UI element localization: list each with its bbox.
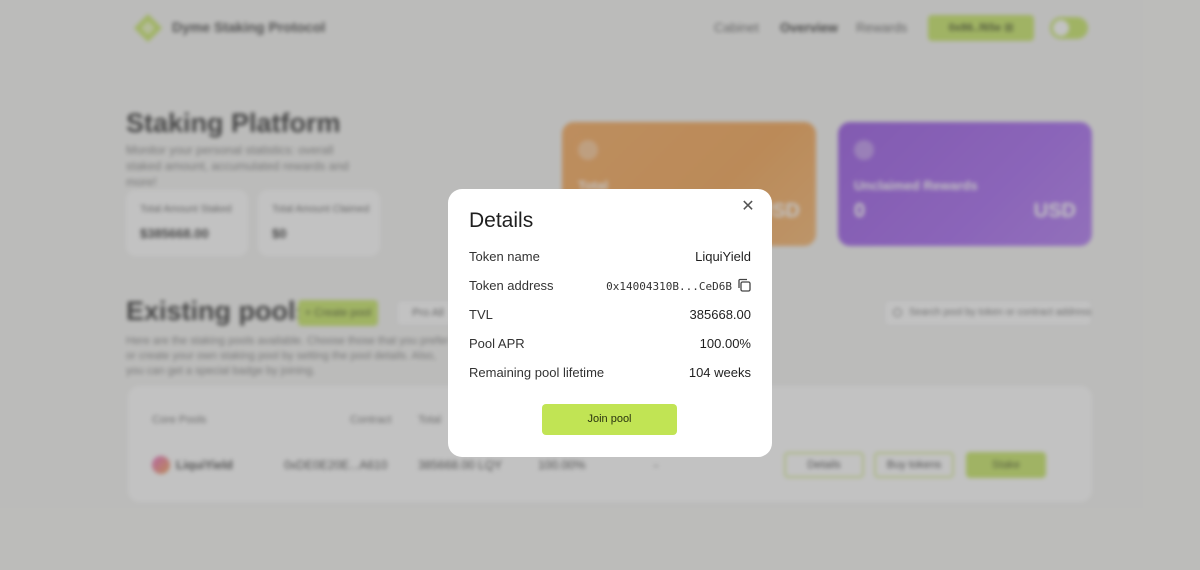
details-modal: Details ✕ Token name LiquiYield Token ad…: [448, 189, 772, 457]
token-address-value: 0x14004310B...CeD6B: [606, 280, 732, 293]
close-icon[interactable]: ✕: [740, 199, 756, 215]
pool-apr-value: 100.00%: [699, 336, 751, 351]
pool-lifetime-label: Remaining pool lifetime: [469, 365, 605, 380]
token-name-label: Token name: [469, 249, 540, 264]
tvl-label: TVL: [469, 307, 493, 322]
join-pool-button[interactable]: Join pool: [542, 404, 677, 435]
tvl-value: 385668.00: [689, 307, 751, 322]
modal-title: Details: [469, 209, 534, 232]
copy-icon[interactable]: [737, 278, 751, 292]
pool-apr-label: Pool APR: [469, 336, 525, 351]
token-name-value: LiquiYield: [695, 249, 751, 264]
pool-lifetime-value: 104 weeks: [688, 365, 751, 380]
token-address-label: Token address: [469, 278, 554, 293]
